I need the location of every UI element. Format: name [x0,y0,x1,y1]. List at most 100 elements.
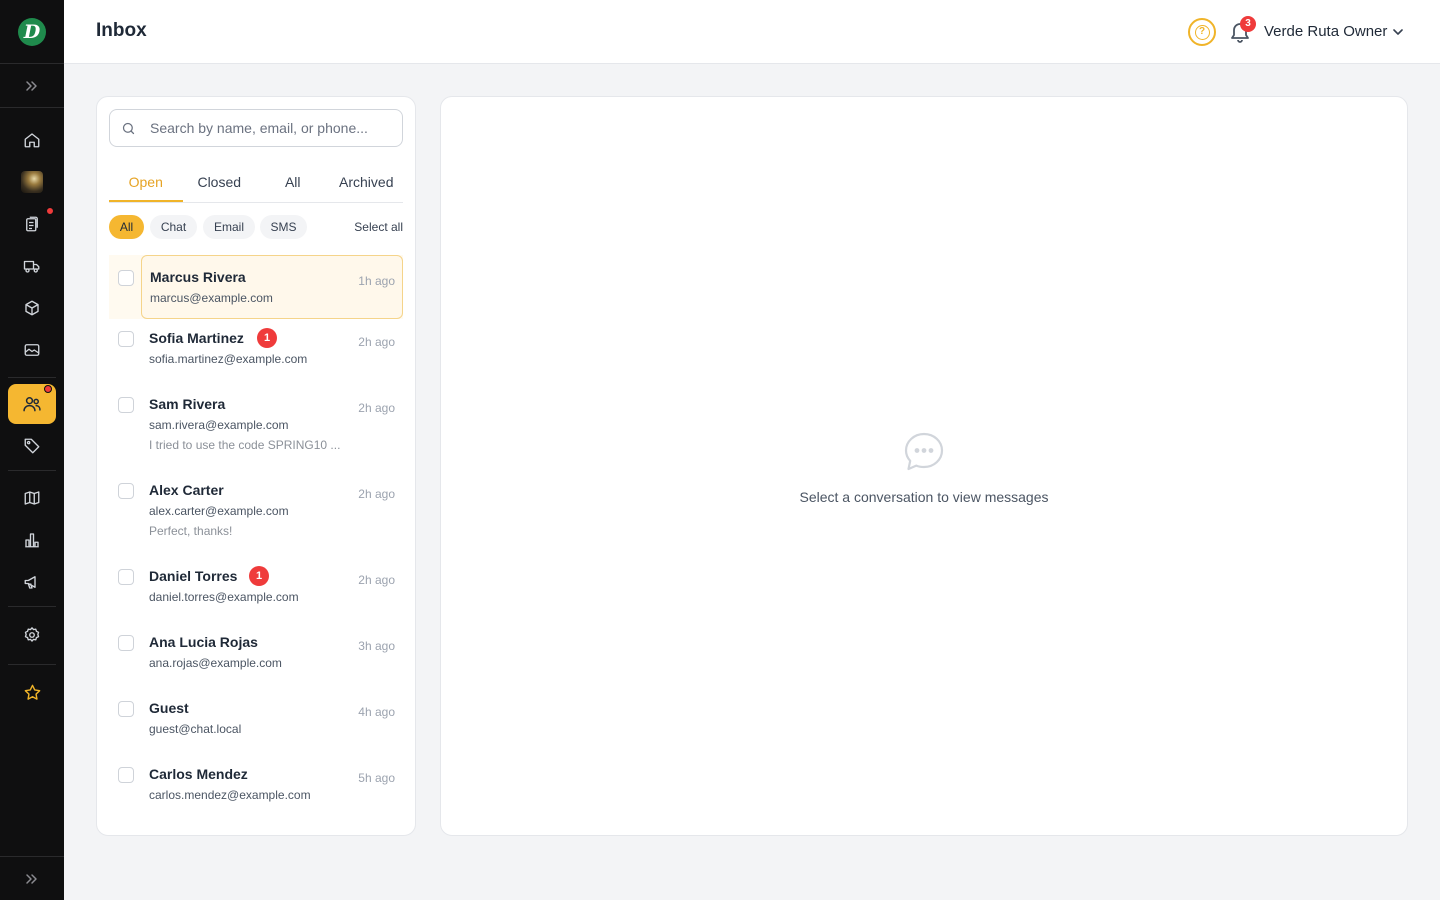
conversation-row[interactable]: Carlos Mendez carlos.mendez@example.com 5h… [109,755,403,821]
message-preview: I tried to use the code SPRING10 ... [149,438,341,452]
bar-chart-icon [25,533,39,548]
sidebar-item-customers[interactable] [8,384,56,424]
filter-chip-all[interactable]: All [109,215,144,239]
select-all-button[interactable]: Select all [354,215,403,239]
conversation-time: 4h ago [358,705,395,719]
conversation-checkbox[interactable] [118,767,134,783]
logo-mark: D [18,17,46,46]
conversation-checkbox[interactable] [118,331,134,347]
sidebar-divider [8,664,56,665]
contact-email: alex.carter@example.com [149,504,289,518]
image-icon [24,344,40,356]
contact-email: sofia.martinez@example.com [149,352,308,366]
sidebar-item-guides[interactable] [8,478,56,518]
notification-count-badge: 3 [1240,16,1256,32]
contact-email: ana.rojas@example.com [149,656,282,670]
channel-filters: Select all All Chat Email SMS [109,215,403,239]
conversation-row[interactable]: Marcus Rivera marcus@example.com 1h ago [109,255,403,319]
contact-name: Ana Lucia Rojas [149,634,258,650]
sidebar-item-marketing[interactable] [8,562,56,602]
status-tabs: Open Closed All Archived [109,163,403,203]
contact-email: marcus@example.com [150,291,273,305]
contact-name: Daniel Torres [149,568,238,584]
contact-name: Guest [149,700,189,716]
chevron-down-icon[interactable] [1390,24,1406,40]
question-icon: ? [1194,24,1210,40]
tab-open[interactable]: Open [109,163,183,202]
megaphone-icon [24,576,36,589]
sidebar-item-settings[interactable] [8,615,56,655]
top-header: Inbox ? 3 Verde Ruta Owner [64,0,1440,64]
app-logo[interactable]: D [0,0,64,64]
contact-name: Alex Carter [149,482,224,498]
filter-chip-chat[interactable]: Chat [150,215,197,239]
conversation-row[interactable]: Sofia Martinez sofia.martinez@example.com… [109,319,403,385]
search-icon [122,122,135,135]
star-icon [24,684,40,700]
page-title: Inbox [96,20,147,41]
search-box [109,109,403,147]
tab-archived[interactable]: Archived [330,163,404,202]
unread-count-badge: 1 [257,328,277,348]
unread-count-badge: 1 [249,566,269,586]
tab-closed[interactable]: Closed [183,163,257,202]
conversation-time: 1h ago [358,274,395,288]
conversation-row[interactable]: Alex Carter alex.carter@example.com Perfec… [109,471,403,557]
sidebar-item-analytics[interactable] [8,520,56,560]
box-icon [25,300,39,316]
user-menu-name[interactable]: Verde Ruta Owner [1264,23,1387,40]
sidebar-item-products[interactable] [8,288,56,328]
contact-name: Sofia Martinez [149,330,244,346]
sidebar-item-orders[interactable] [8,204,56,244]
conversation-row[interactable]: Guest guest@chat.local 4h ago [109,689,403,755]
conversation-list-panel: OpenClosedAllArchived Select all AllChat… [96,96,416,836]
tab-all[interactable]: All [256,163,330,202]
sidebar-item-home[interactable] [8,120,56,160]
double-chevron-right-icon [26,873,37,884]
sidebar-item-delivery[interactable] [8,246,56,286]
chat-bubble-icon [904,432,944,471]
conversation-row[interactable]: Sam Rivera sam.rivera@example.com I tried … [109,385,403,471]
sidebar-item-promotions[interactable] [8,426,56,466]
notification-dot [44,385,52,393]
sidebar-item-favorites[interactable] [8,672,56,712]
conversation-time: 2h ago [358,487,395,501]
message-panel: Select a conversation to view messages [440,96,1408,836]
message-preview: Perfect, thanks! [149,524,233,538]
conversation-checkbox[interactable] [118,397,134,413]
conversation-row[interactable]: Ana Lucia Rojas ana.rojas@example.com 3h a… [109,623,403,689]
contact-email: guest@chat.local [149,722,242,736]
sidebar-item-profile[interactable] [8,162,56,202]
contact-name: Marcus Rivera [150,269,246,285]
sidebar-divider [8,470,56,471]
map-icon [24,491,40,505]
empty-state-text: Select a conversation to view messages [799,489,1049,505]
conversation-time: 5h ago [358,771,395,785]
contact-name: Carlos Mendez [149,766,248,782]
conversation-checkbox[interactable] [118,635,134,651]
conversation-checkbox[interactable] [118,483,134,499]
sidebar: D [0,0,64,900]
search-input[interactable] [150,110,395,146]
sidebar-divider [8,606,56,607]
contact-email: daniel.torres@example.com [149,590,299,604]
conversation-checkbox[interactable] [118,701,134,717]
conversation-checkbox[interactable] [118,270,134,286]
conversation-time: 2h ago [358,573,395,587]
contact-email: carlos.mendez@example.com [149,788,311,802]
sidebar-collapse-button[interactable] [0,856,64,900]
contact-name: Sam Rivera [149,396,226,412]
sidebar-expand-button[interactable] [0,64,64,108]
conversation-time: 2h ago [358,335,395,349]
conversation-checkbox[interactable] [118,569,134,585]
sidebar-item-media[interactable] [8,330,56,370]
conversation-row[interactable]: Daniel Torres daniel.torres@example.com 2h… [109,557,403,623]
users-icon [23,397,41,412]
filter-chip-email[interactable]: Email [203,215,255,239]
sidebar-divider [8,377,56,378]
conversation-time: 3h ago [358,639,395,653]
filter-chip-sms[interactable]: SMS [260,215,307,239]
help-button[interactable]: ? [1188,18,1216,46]
tag-icon [24,438,40,454]
notification-dot [46,207,54,215]
